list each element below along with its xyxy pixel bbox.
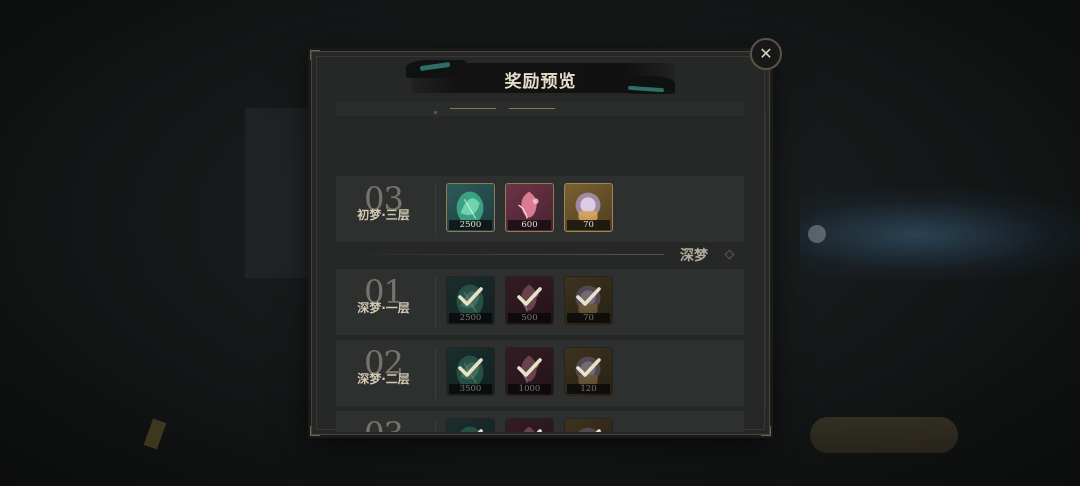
row-separator <box>435 277 436 327</box>
reward-item[interactable]: 2500 <box>446 276 495 325</box>
level-label: 02 深梦·二层 <box>336 347 431 386</box>
reward-item[interactable]: 1500 <box>505 418 554 432</box>
reward-item[interactable]: 600 <box>505 183 554 232</box>
level-number: 03 <box>336 418 431 432</box>
item-quantity: 1000 <box>508 384 551 394</box>
previous-row-edge <box>336 102 744 116</box>
close-icon: ✕ <box>759 44 773 63</box>
pink-petal-icon <box>523 426 535 432</box>
reward-item[interactable]: 2500 <box>446 183 495 232</box>
reward-list[interactable]: 深梦 03 初梦·三层 2500 600 70 01 深梦·一层 2500 500 70 02 深梦·… <box>334 102 747 432</box>
level-label: 03 初梦·三层 <box>336 183 431 222</box>
reward-preview-modal: 奖励预览 深梦 03 初梦·三层 2500 600 70 01 深梦·一层 2500 500 70… <box>310 50 771 436</box>
reward-item[interactable]: 120 <box>564 347 613 396</box>
level-name: 深梦·一层 <box>357 301 410 315</box>
level-name: 深梦·二层 <box>357 372 410 386</box>
level-name: 初梦·三层 <box>357 208 410 222</box>
item-quantity: 3500 <box>449 384 492 394</box>
diamond-icon <box>724 249 735 260</box>
background-glow <box>800 190 1080 280</box>
row-separator <box>435 419 436 432</box>
reward-item[interactable]: 500 <box>505 276 554 325</box>
background-arrow-icon <box>808 225 826 243</box>
item-quantity: 70 <box>567 220 610 230</box>
reward-row: 03 初梦·三层 2500 600 70 <box>336 176 744 242</box>
section-header-deep-dream: 深梦 <box>334 245 744 264</box>
reward-item[interactable]: 1000 <box>505 347 554 396</box>
reward-row: 01 深梦·一层 2500 500 70 <box>336 269 744 335</box>
row-separator <box>435 184 436 234</box>
modal-header: 奖励预览 <box>312 52 769 102</box>
reward-item[interactable]: 170 <box>564 418 613 432</box>
reward-row: 03深梦·三层 5000 1500 170 <box>336 411 744 432</box>
item-quantity: 600 <box>508 220 551 230</box>
item-underline <box>509 108 555 109</box>
reward-row: 02 深梦·二层 3500 1000 120 <box>336 340 744 406</box>
close-button[interactable]: ✕ <box>750 38 782 70</box>
section-label: 深梦 <box>680 248 708 264</box>
section-divider <box>334 254 664 255</box>
reward-item[interactable]: 70 <box>564 276 613 325</box>
gold-lantern-icon <box>578 427 598 432</box>
reward-item[interactable]: 5000 <box>446 418 495 432</box>
item-quantity: 70 <box>567 313 610 323</box>
item-quantity: 2500 <box>449 313 492 323</box>
background-button <box>810 417 958 453</box>
item-quantity: 500 <box>508 313 551 323</box>
background-card <box>245 108 315 278</box>
teal-crystal-icon <box>460 426 480 432</box>
reward-item[interactable]: 70 <box>564 183 613 232</box>
corner-ornament <box>310 426 320 436</box>
item-quantity: 2500 <box>449 220 492 230</box>
item-quantity: 120 <box>567 384 610 394</box>
corner-ornament <box>761 426 771 436</box>
level-label: 01 深梦·一层 <box>336 276 431 315</box>
scrollbar[interactable] <box>764 112 766 412</box>
item-underline <box>450 108 496 109</box>
row-separator <box>435 348 436 398</box>
row-marker <box>434 111 437 114</box>
level-label: 03深梦·三层 <box>336 418 431 432</box>
reward-item[interactable]: 3500 <box>446 347 495 396</box>
modal-title: 奖励预览 <box>504 72 577 92</box>
